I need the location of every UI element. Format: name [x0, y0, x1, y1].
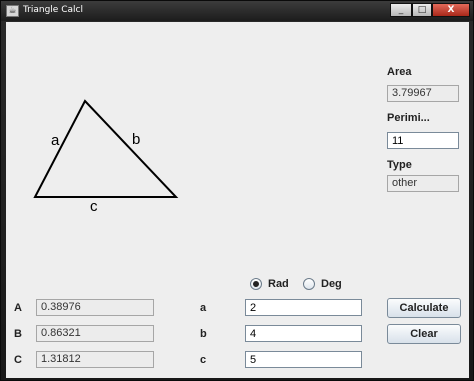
deg-label[interactable]: Deg: [321, 278, 342, 290]
title-bar[interactable]: ☕ Triangle Calcl _ □ X: [1, 1, 473, 21]
calculate-button[interactable]: Calculate: [387, 298, 461, 318]
side-a-input[interactable]: [245, 299, 362, 316]
rad-radio[interactable]: [250, 278, 262, 290]
perimeter-field[interactable]: [387, 132, 459, 149]
side-a-label: a: [51, 132, 60, 149]
side-b-input-label: b: [200, 328, 207, 340]
side-c-label: c: [90, 198, 98, 215]
type-label: Type: [387, 159, 412, 171]
area-label: Area: [387, 66, 412, 78]
app-window: ☕ Triangle Calcl _ □ X a b c Area 3.7996…: [0, 0, 474, 381]
type-field: other: [387, 175, 459, 192]
side-a-input-label: a: [200, 302, 207, 314]
side-c-input[interactable]: [245, 351, 362, 368]
window-title: Triangle Calcl: [23, 5, 83, 15]
clear-button[interactable]: Clear: [387, 324, 461, 344]
minimize-button[interactable]: _: [390, 3, 412, 17]
angle-c-label: C: [14, 354, 22, 366]
angle-b-field: 0.86321: [36, 325, 154, 342]
side-b-label: b: [132, 131, 140, 148]
triangle-shape: [33, 99, 179, 198]
side-b-input[interactable]: [245, 325, 362, 342]
deg-radio[interactable]: [303, 278, 315, 290]
java-app-icon: ☕: [6, 5, 19, 17]
perimeter-label: Perimi...: [387, 112, 430, 124]
angle-b-label: B: [14, 328, 22, 340]
angle-a-label: A: [14, 302, 22, 314]
triangle-diagram: a b c: [33, 99, 179, 215]
area-field: 3.79967: [387, 85, 459, 102]
close-button[interactable]: X: [432, 3, 470, 17]
content-panel: a b c Area 3.79967 Perimi... Type other …: [6, 22, 469, 378]
angle-c-field: 1.31812: [36, 351, 154, 368]
angle-a-field: 0.38976: [36, 299, 154, 316]
rad-label[interactable]: Rad: [268, 278, 289, 290]
maximize-button[interactable]: □: [412, 3, 432, 17]
side-c-input-label: c: [200, 354, 207, 366]
